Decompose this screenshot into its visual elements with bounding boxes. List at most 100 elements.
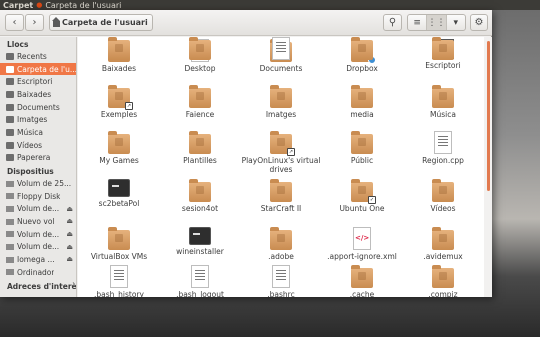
sidebar-item-place[interactable]: Música	[0, 126, 76, 139]
sidebar-item-device[interactable]: Volum de... ⏏	[0, 241, 76, 254]
eject-icon[interactable]: ⏏	[66, 205, 73, 213]
scrollbar-thumb[interactable]	[487, 41, 490, 191]
file-item[interactable]: .cache	[321, 265, 403, 297]
folder-icon	[270, 227, 292, 250]
eject-icon[interactable]: ⏏	[66, 230, 73, 238]
link-emblem-icon: ↗	[125, 102, 133, 110]
folder-icon	[351, 131, 373, 154]
file-item[interactable]: sesion4ot	[159, 179, 241, 214]
eject-icon[interactable]: ⏏	[66, 217, 73, 225]
file-item[interactable]: ↗ Exemples	[78, 85, 160, 120]
file-item[interactable]: ✓ Ubuntu One	[321, 179, 403, 214]
file-name: Faience	[185, 110, 215, 119]
path-bar-home-button[interactable]: Carpeta de l'usuari	[49, 14, 153, 31]
sidebar-item-device[interactable]: Volum de... ⏏	[0, 203, 76, 216]
sidebar-item-device[interactable]: Ordinador	[0, 266, 76, 279]
sidebar-item-place[interactable]: Vídeos	[0, 139, 76, 152]
search-button[interactable]: ⚲	[383, 14, 402, 31]
icon-view-button[interactable]: ⋮⋮	[427, 15, 447, 30]
sidebar-item-device[interactable]: Floppy Disk	[0, 190, 76, 203]
sidebar-item-label: Floppy Disk	[17, 191, 61, 201]
file-item[interactable]	[402, 37, 484, 63]
file-item[interactable]: .apport-ignore.xml	[321, 227, 403, 262]
settings-button[interactable]: ⚙	[470, 14, 488, 31]
sidebar-header-bookmarks: Adreces d'interès	[7, 281, 77, 291]
view-options-button[interactable]: ▾	[447, 15, 465, 30]
file-name: .avidemux	[423, 252, 463, 261]
file-item[interactable]	[159, 37, 241, 63]
vertical-scrollbar[interactable]	[485, 37, 492, 297]
eject-icon[interactable]: ⏏	[66, 243, 73, 251]
file-name: .bash_history	[94, 290, 144, 297]
sidebar-item-place[interactable]: Documents	[0, 101, 76, 114]
sidebar-item-label: Paperera	[17, 153, 51, 163]
file-grid: Baixades Desktop Documents Dropbox Escriptor…	[78, 37, 484, 297]
sidebar-item-label: Ordinador	[17, 267, 55, 277]
file-item[interactable]: wineinstaller	[159, 227, 241, 257]
file-item[interactable]: .compiz	[402, 265, 484, 297]
file-name: media	[350, 110, 374, 119]
sidebar-item-device[interactable]: Volum de 25...	[0, 177, 76, 190]
file-item[interactable]	[321, 37, 403, 63]
sidebar-item-place[interactable]: Escriptori	[0, 75, 76, 88]
file-name: .apport-ignore.xml	[327, 252, 397, 261]
file-name: Públic	[350, 156, 374, 165]
file-item[interactable]: Imatges	[240, 85, 322, 120]
executable-icon	[108, 179, 130, 197]
file-item[interactable]: .bashrc	[240, 265, 322, 297]
chevron-down-icon: ▾	[453, 17, 459, 28]
file-name: Exemples	[100, 110, 138, 119]
forward-button[interactable]: ›	[25, 14, 44, 31]
file-item[interactable]: Plantilles	[159, 131, 241, 166]
file-item[interactable]	[240, 37, 322, 63]
file-item[interactable]	[78, 37, 160, 63]
file-item[interactable]: .avidemux	[402, 227, 484, 262]
eject-icon[interactable]: ⏏	[66, 255, 73, 263]
folder-icon	[351, 85, 373, 108]
file-item[interactable]: Públic	[321, 131, 403, 166]
file-item[interactable]: My Games	[78, 131, 160, 166]
file-name: Vídeos	[430, 204, 456, 213]
sidebar-item-place[interactable]: Imatges	[0, 113, 76, 126]
file-item[interactable]: media	[321, 85, 403, 120]
sidebar-item-device[interactable]: Iomega ... ⏏	[0, 253, 76, 266]
sidebar-item-device[interactable]: Nuevo vol ⏏	[0, 215, 76, 228]
file-item[interactable]: Música	[402, 85, 484, 120]
list-view-button[interactable]: ≡	[408, 15, 428, 30]
sidebar-item-place[interactable]: Baixades	[0, 88, 76, 101]
computer-icon	[6, 269, 14, 276]
file-item[interactable]: Faience	[159, 85, 241, 120]
file-name: .bashrc	[267, 290, 295, 297]
drive-icon	[6, 231, 14, 238]
file-item[interactable]: VirtualBox VMs	[78, 227, 160, 262]
file-item[interactable]: .adobe	[240, 227, 322, 262]
back-button[interactable]: ‹	[5, 14, 24, 31]
file-item[interactable]: sc2betaPol	[78, 179, 160, 209]
sidebar-item-place[interactable]: Recents	[0, 50, 76, 63]
app-menu-name[interactable]: Carpet	[3, 1, 33, 10]
file-item[interactable]: .bash_history	[78, 265, 160, 297]
sidebar-item-place[interactable]: Paperera	[0, 152, 76, 165]
file-name: Imatges	[265, 110, 297, 119]
folder-icon	[270, 85, 292, 108]
text-file-icon	[272, 37, 290, 60]
folder-icon	[189, 179, 211, 202]
sidebar-item-label: Documents	[17, 102, 60, 112]
file-item[interactable]: ↗ PlayOnLinux's virtual drives	[240, 131, 322, 174]
executable-icon	[189, 227, 211, 245]
text-file-icon	[353, 227, 371, 250]
sidebar-item-label: Carpeta de l'u...	[17, 64, 76, 74]
drive-icon	[6, 180, 14, 187]
file-item[interactable]: Region.cpp	[402, 131, 484, 166]
folder-icon: ↗	[108, 85, 133, 110]
file-item[interactable]: Vídeos	[402, 179, 484, 214]
sidebar-item-label: Volum de 25...	[17, 179, 72, 189]
file-item[interactable]: StarCraft II	[240, 179, 322, 214]
sidebar-item-device[interactable]: Volum de... ⏏	[0, 228, 76, 241]
file-manager-window: ‹ › Carpeta de l'usuari ⚲ ≡ ⋮⋮ ▾ ⚙ Llocs…	[0, 10, 492, 297]
sidebar-item-place[interactable]: Carpeta de l'u...	[0, 62, 76, 76]
file-name: .bash_logout	[176, 290, 224, 297]
file-item[interactable]: .bash_logout	[159, 265, 241, 297]
sidebar-item-label: Iomega ...	[17, 255, 55, 265]
file-name: My Games	[99, 156, 139, 165]
